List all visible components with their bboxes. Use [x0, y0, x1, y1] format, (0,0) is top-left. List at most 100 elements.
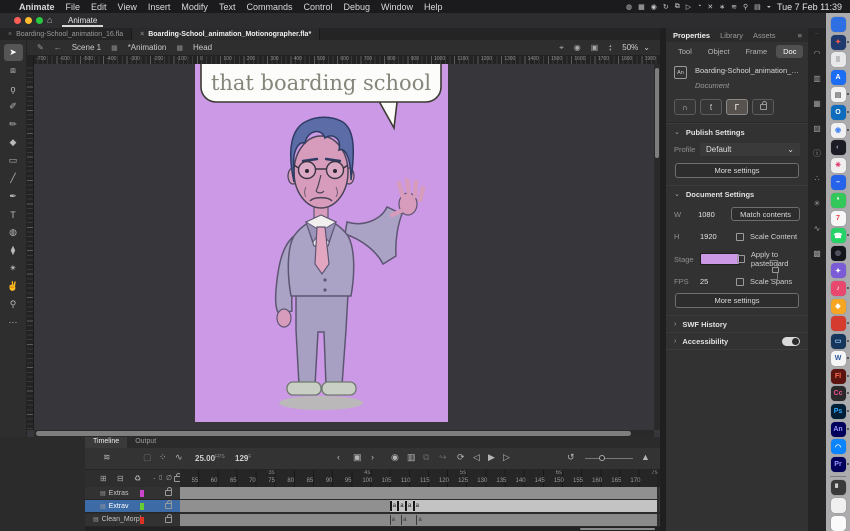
stage-color-swatch[interactable]: [700, 253, 740, 265]
panel-icon[interactable]: ⓘ: [813, 141, 821, 166]
dock-app-icon[interactable]: [831, 498, 846, 513]
dock-app-icon[interactable]: ⠿: [831, 52, 846, 67]
snap-transform-button[interactable]: ƭ: [700, 99, 722, 115]
loop-playback-icon[interactable]: ⟳: [457, 452, 465, 463]
match-contents-button[interactable]: Match contents: [731, 207, 800, 221]
link-dimensions-icon[interactable]: [772, 267, 779, 273]
dock-app-icon[interactable]: ☎: [831, 228, 846, 243]
layer-row[interactable]: ▤Extras: [85, 487, 660, 500]
layer-row[interactable]: ▤Clean_Morphaaa: [85, 514, 660, 527]
timeline-horizontal-scrollbar[interactable]: [85, 527, 660, 531]
doc-tab-active[interactable]: × Boarding-School_animation_Motionograph…: [132, 28, 320, 40]
dock-app-icon[interactable]: ▤: [831, 87, 846, 102]
menubar-status-icons[interactable]: ◍▦◉↻⧉▷◔✕∗≋⚲▤◒: [626, 3, 771, 11]
dock-app-icon[interactable]: [831, 516, 846, 531]
timeline-ruler[interactable]: 5560657075808590951001051101151201251301…: [180, 470, 660, 487]
edit-symbols-icon[interactable]: ✎: [37, 43, 44, 52]
clip-content-icon[interactable]: ▣: [591, 43, 599, 52]
height-field[interactable]: 1920: [700, 232, 730, 241]
subtab-tool[interactable]: Tool: [671, 45, 699, 58]
graph-view-icon[interactable]: ∿: [175, 452, 183, 463]
document-settings-header[interactable]: ⌄ Document Settings: [666, 185, 808, 202]
layer-name[interactable]: Extrav: [109, 503, 129, 510]
rotate-view-icon[interactable]: ◉: [574, 43, 581, 52]
snap-arc-button[interactable]: ∩: [674, 99, 696, 115]
layer-name[interactable]: Extras: [109, 490, 129, 497]
visibility-column-icon[interactable]: ∅: [166, 474, 172, 482]
keyframe[interactable]: a: [405, 501, 411, 511]
layer-color-swatch[interactable]: [140, 503, 144, 510]
status-icon[interactable]: ▤: [754, 3, 761, 11]
layer-lock-icon[interactable]: [165, 490, 172, 496]
layer-color-swatch[interactable]: [140, 490, 144, 497]
subtab-frame[interactable]: Frame: [738, 45, 774, 58]
tool-button[interactable]: ✌: [4, 278, 23, 295]
breadcrumb-symbol[interactable]: *Animation: [128, 43, 167, 52]
new-folder-icon[interactable]: ⊟: [117, 474, 124, 483]
fps-display[interactable]: 25.00FPS: [195, 454, 225, 463]
tool-button[interactable]: ⋯: [4, 314, 23, 331]
tool-button[interactable]: ⚲: [4, 296, 23, 313]
dock-app-icon[interactable]: [831, 17, 846, 32]
dock-app-icon[interactable]: ◍: [831, 246, 846, 261]
menu-control[interactable]: Control: [303, 2, 332, 12]
status-icon[interactable]: ✕: [707, 3, 713, 11]
layer-name[interactable]: Clean_Morph: [102, 516, 144, 523]
layer-frames[interactable]: aaaa: [180, 500, 660, 513]
panel-menu-icon[interactable]: ≡: [798, 31, 802, 40]
panel-icon[interactable]: ▦: [813, 91, 821, 116]
zoom-stepper[interactable]: ▲▼: [608, 44, 612, 52]
status-icon[interactable]: ◒: [767, 3, 771, 10]
dock-app-icon[interactable]: ✦: [831, 263, 846, 278]
status-icon[interactable]: ▷: [686, 3, 691, 11]
close-window-button[interactable]: [14, 17, 21, 24]
snap-corner-button[interactable]: Γ: [726, 99, 748, 115]
layer-lock-icon[interactable]: [165, 517, 172, 523]
panel-icon[interactable]: ▥: [813, 66, 821, 91]
close-tab-icon[interactable]: ×: [140, 31, 144, 38]
tool-button[interactable]: ✒: [4, 188, 23, 205]
status-icon[interactable]: ◍: [626, 3, 632, 11]
profile-select[interactable]: Default ⌄: [700, 143, 800, 156]
tool-button[interactable]: ◆: [4, 134, 23, 151]
dock-app-icon[interactable]: –: [831, 175, 846, 190]
keyframe[interactable]: a: [401, 515, 406, 525]
panel-icon[interactable]: ✳: [814, 191, 821, 216]
dock-app-icon[interactable]: ♪: [831, 281, 846, 296]
adjust-layers-icon[interactable]: ≋: [103, 452, 111, 463]
dock-app-icon[interactable]: ✦: [831, 35, 846, 50]
tab-library[interactable]: Library: [720, 31, 743, 40]
dock-app-icon[interactable]: ◆: [831, 299, 846, 314]
dock-app-icon[interactable]: ▭: [831, 334, 846, 349]
status-icon[interactable]: ⧉: [675, 3, 680, 11]
new-layer-icon[interactable]: ⊞: [100, 474, 107, 483]
loop-range-icon[interactable]: ↪: [439, 452, 447, 463]
dock-app-icon[interactable]: ✳: [831, 158, 846, 173]
dock-app-icon[interactable]: Ps: [831, 404, 846, 419]
play-button[interactable]: ▶: [488, 452, 495, 463]
camera-icon[interactable]: ▢: [143, 452, 152, 463]
apply-pasteboard-checkbox[interactable]: [737, 255, 745, 263]
parenting-view-icon[interactable]: ⁘: [159, 452, 167, 463]
width-field[interactable]: 1080: [698, 210, 725, 219]
menu-help[interactable]: Help: [424, 2, 443, 12]
onion-skin-outline-icon[interactable]: ▥: [407, 452, 416, 463]
layer-frames[interactable]: aaa: [180, 514, 660, 527]
menu-text[interactable]: Text: [219, 2, 236, 12]
dock-app-icon[interactable]: ◠: [831, 439, 846, 454]
tool-button[interactable]: ⧫: [4, 242, 23, 259]
back-icon[interactable]: ←: [54, 43, 62, 52]
tool-button[interactable]: ϙ: [4, 80, 23, 97]
status-icon[interactable]: ∗: [719, 3, 725, 11]
menu-animate[interactable]: Animate: [19, 2, 55, 12]
accessibility-toggle[interactable]: [782, 337, 800, 346]
dock-app-icon[interactable]: Fl: [831, 369, 846, 384]
status-icon[interactable]: ◔: [697, 3, 701, 10]
keyframe[interactable]: a: [416, 515, 421, 525]
swf-history-header[interactable]: › SWF History: [666, 315, 808, 332]
tab-properties[interactable]: Properties: [673, 31, 710, 40]
publish-more-settings-button[interactable]: More settings: [675, 163, 799, 178]
menubar-clock[interactable]: Tue 7 Feb 11:39: [777, 2, 842, 12]
menu-edit[interactable]: Edit: [91, 2, 107, 12]
status-icon[interactable]: ▦: [638, 3, 645, 11]
